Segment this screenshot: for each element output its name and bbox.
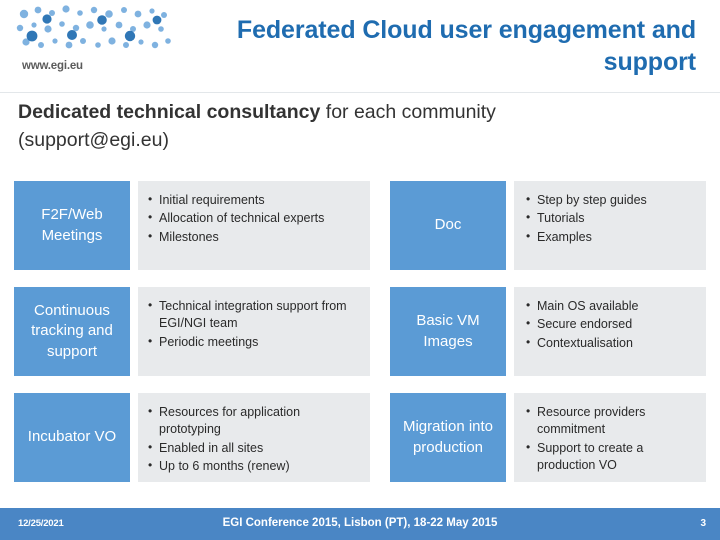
right-label-text: Doc bbox=[434, 216, 462, 234]
left-bullet-list: Resources for application prototyping En… bbox=[148, 403, 360, 475]
left-bullet-list: Technical integration support from EGI/N… bbox=[148, 297, 360, 351]
right-label-box: Migration into production bbox=[390, 393, 506, 482]
right-label-box: Doc bbox=[390, 181, 506, 270]
footer-page-number: 3 bbox=[700, 518, 706, 529]
list-item: Resources for application prototyping bbox=[148, 403, 360, 439]
subtitle-bold: Dedicated technical consultancy bbox=[18, 101, 321, 123]
list-item: Examples bbox=[526, 227, 696, 246]
page-title: Federated Cloud user engagement and supp… bbox=[236, 16, 696, 76]
right-bullet-list: Resource providers commitment Support to… bbox=[526, 403, 696, 475]
left-label-text: F2F/Web Meetings bbox=[41, 206, 103, 244]
list-item: Main OS available bbox=[526, 297, 696, 315]
left-label-text: Continuous tracking and support bbox=[31, 302, 113, 360]
list-item: Secure endorsed bbox=[526, 315, 696, 333]
left-label-box: Incubator VO bbox=[14, 393, 130, 482]
list-item: Allocation of technical experts bbox=[148, 209, 360, 227]
left-detail-box: Initial requirements Allocation of techn… bbox=[138, 181, 370, 270]
right-detail-box: Main OS available Secure endorsed Contex… bbox=[514, 287, 706, 376]
list-item: Initial requirements bbox=[148, 191, 360, 209]
right-label-text: Basic VM Images bbox=[416, 312, 480, 350]
left-detail-box: Technical integration support from EGI/N… bbox=[138, 287, 370, 376]
list-item: Contextualisation bbox=[526, 333, 696, 352]
list-item: Tutorials bbox=[526, 209, 696, 227]
right-label-text: Migration into production bbox=[402, 418, 494, 456]
slide-header: www.egi.eu Federated Cloud user engageme… bbox=[0, 0, 720, 93]
right-bullet-list: Main OS available Secure endorsed Contex… bbox=[526, 297, 696, 352]
left-label-box: Continuous tracking and support bbox=[14, 287, 130, 376]
list-item: Milestones bbox=[148, 227, 360, 246]
content-grid: F2F/Web Meetings Initial requirements Al… bbox=[14, 181, 706, 499]
subtitle-rest: for each community bbox=[320, 101, 496, 123]
right-label-box: Basic VM Images bbox=[390, 287, 506, 376]
list-item: Up to 6 months (renew) bbox=[148, 457, 360, 475]
logo-url-text: www.egi.eu bbox=[22, 60, 83, 72]
left-bullet-list: Initial requirements Allocation of techn… bbox=[148, 191, 360, 246]
list-item: Technical integration support from EGI/N… bbox=[148, 297, 360, 333]
list-item: Enabled in all sites bbox=[148, 438, 360, 457]
grid-row: Incubator VO Resources for application p… bbox=[14, 393, 706, 482]
grid-row: F2F/Web Meetings Initial requirements Al… bbox=[14, 181, 706, 270]
subtitle-contact: (support@egi.eu) bbox=[18, 128, 169, 151]
header-divider bbox=[0, 92, 720, 93]
grid-row: Continuous tracking and support Technica… bbox=[14, 287, 706, 376]
slide-footer: 12/25/2021 EGI Conference 2015, Lisbon (… bbox=[0, 508, 720, 540]
left-label-box: F2F/Web Meetings bbox=[14, 181, 130, 270]
list-item: Support to create a production VO bbox=[526, 439, 696, 475]
egi-logo-icon bbox=[16, 5, 171, 49]
right-detail-box: Resource providers commitment Support to… bbox=[514, 393, 706, 482]
egi-logo: www.egi.eu bbox=[0, 0, 186, 93]
right-detail-box: Step by step guides Tutorials Examples bbox=[514, 181, 706, 270]
subtitle: Dedicated technical consultancy for each… bbox=[18, 99, 708, 154]
list-item: Step by step guides bbox=[526, 191, 696, 209]
left-detail-box: Resources for application prototyping En… bbox=[138, 393, 370, 482]
footer-event-text: EGI Conference 2015, Lisbon (PT), 18-22 … bbox=[222, 517, 498, 529]
left-label-text: Incubator VO bbox=[27, 428, 117, 446]
right-bullet-list: Step by step guides Tutorials Examples bbox=[526, 191, 696, 246]
list-item: Periodic meetings bbox=[148, 332, 360, 351]
list-item: Resource providers commitment bbox=[526, 403, 696, 439]
